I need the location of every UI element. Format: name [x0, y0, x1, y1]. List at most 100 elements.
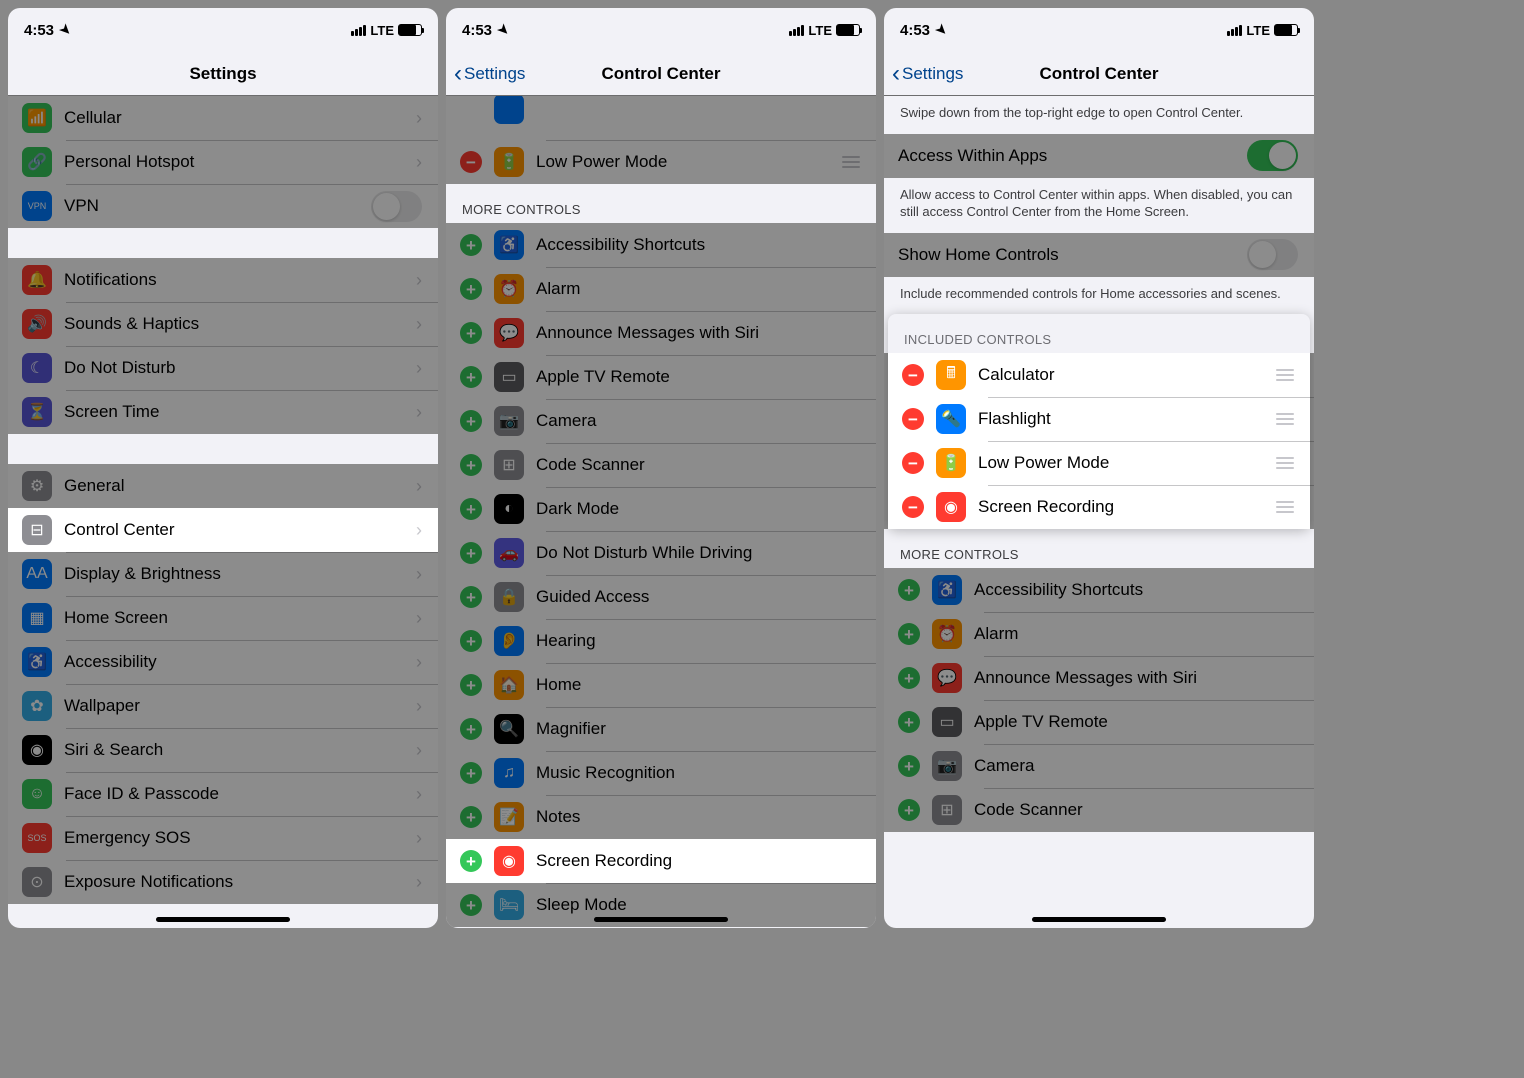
row-apple-tv-remote[interactable]: +▭Apple TV Remote	[884, 700, 1314, 744]
row-low-power-mode[interactable]: −🔋Low Power Mode	[888, 441, 1310, 485]
carrier-label: LTE	[370, 23, 394, 38]
row-general[interactable]: ⚙General›	[8, 464, 438, 508]
drag-handle[interactable]	[1276, 413, 1294, 425]
toggle[interactable]	[1247, 239, 1298, 270]
signal-icon	[789, 25, 804, 36]
row-label: Do Not Disturb	[64, 358, 416, 378]
row-alarm[interactable]: +⏰Alarm	[884, 612, 1314, 656]
add-button[interactable]: +	[460, 850, 482, 872]
row-home[interactable]: +🏠Home	[446, 663, 876, 707]
add-button[interactable]: +	[460, 762, 482, 784]
remove-button[interactable]: −	[902, 408, 924, 430]
add-button[interactable]: +	[898, 711, 920, 733]
row-dark-mode[interactable]: +◐Dark Mode	[446, 487, 876, 531]
row-exposure-notifications[interactable]: ⊙Exposure Notifications›	[8, 860, 438, 904]
row-flashlight[interactable]: −🔦Flashlight	[888, 397, 1310, 441]
add-button[interactable]: +	[460, 674, 482, 696]
row-access-within-apps[interactable]: Access Within Apps	[884, 134, 1314, 178]
add-button[interactable]: +	[460, 366, 482, 388]
row-notifications[interactable]: 🔔Notifications›	[8, 258, 438, 302]
add-button[interactable]: +	[460, 410, 482, 432]
add-button[interactable]: +	[460, 586, 482, 608]
app-icon: ♿	[22, 647, 52, 677]
home-indicator[interactable]	[594, 917, 728, 922]
back-button[interactable]: ‹Settings	[446, 62, 525, 86]
drag-handle[interactable]	[1276, 369, 1294, 381]
row-label: Sounds & Haptics	[64, 314, 416, 334]
add-button[interactable]: +	[898, 799, 920, 821]
row-calculator[interactable]: −🖩Calculator	[888, 353, 1310, 397]
add-button[interactable]: +	[460, 806, 482, 828]
add-button[interactable]: +	[898, 755, 920, 777]
drag-handle[interactable]	[1276, 457, 1294, 469]
row-hearing[interactable]: +👂Hearing	[446, 619, 876, 663]
row-screen-recording[interactable]: −◉Screen Recording	[888, 485, 1310, 529]
row-vpn[interactable]: VPNVPN	[8, 184, 438, 228]
home-indicator[interactable]	[1032, 917, 1166, 922]
add-button[interactable]: +	[460, 498, 482, 520]
add-button[interactable]: +	[460, 630, 482, 652]
add-button[interactable]: +	[460, 454, 482, 476]
row-announce-messages-with-siri[interactable]: +💬Announce Messages with Siri	[446, 311, 876, 355]
row-screen-recording[interactable]: +◉Screen Recording	[446, 839, 876, 883]
row-show-home-controls[interactable]: Show Home Controls	[884, 233, 1314, 277]
row-camera[interactable]: +📷Camera	[884, 744, 1314, 788]
row-label: Sleep Mode	[536, 895, 860, 915]
location-icon: ➤	[56, 20, 75, 39]
row-low-power-mode[interactable]: −🔋Low Power Mode	[446, 140, 876, 184]
home-indicator[interactable]	[156, 917, 290, 922]
row-control-center[interactable]: ⊟Control Center›	[8, 508, 438, 552]
row-code-scanner[interactable]: +⊞Code Scanner	[884, 788, 1314, 832]
add-button[interactable]: +	[460, 322, 482, 344]
app-icon: ♿	[494, 230, 524, 260]
row-sounds-haptics[interactable]: 🔊Sounds & Haptics›	[8, 302, 438, 346]
remove-button[interactable]: −	[902, 364, 924, 386]
row-face-id-passcode[interactable]: ☺Face ID & Passcode›	[8, 772, 438, 816]
row-screen-time[interactable]: ⏳Screen Time›	[8, 390, 438, 434]
remove-button[interactable]: −	[902, 452, 924, 474]
app-icon: ◐	[494, 494, 524, 524]
remove-button[interactable]: −	[902, 496, 924, 518]
add-button[interactable]: +	[898, 579, 920, 601]
row-alarm[interactable]: +⏰Alarm	[446, 267, 876, 311]
chevron-right-icon: ›	[416, 608, 422, 629]
row-camera[interactable]: +📷Camera	[446, 399, 876, 443]
row-home-screen[interactable]: ▦Home Screen›	[8, 596, 438, 640]
row-accessibility[interactable]: ♿Accessibility›	[8, 640, 438, 684]
row-apple-tv-remote[interactable]: +▭Apple TV Remote	[446, 355, 876, 399]
remove-button[interactable]: −	[460, 151, 482, 173]
add-button[interactable]: +	[898, 667, 920, 689]
row-code-scanner[interactable]: +⊞Code Scanner	[446, 443, 876, 487]
toggle[interactable]	[1247, 140, 1298, 171]
row-do-not-disturb[interactable]: ☾Do Not Disturb›	[8, 346, 438, 390]
drag-handle[interactable]	[842, 156, 860, 168]
row-guided-access[interactable]: +🔒Guided Access	[446, 575, 876, 619]
row-label: Exposure Notifications	[64, 872, 416, 892]
app-icon: ⏳	[22, 397, 52, 427]
row-accessibility-shortcuts[interactable]: +♿Accessibility Shortcuts	[446, 223, 876, 267]
row-do-not-disturb-while-driving[interactable]: +🚗Do Not Disturb While Driving	[446, 531, 876, 575]
row-magnifier[interactable]: +🔍Magnifier	[446, 707, 876, 751]
status-bar: 4:53➤ LTE	[884, 8, 1314, 52]
row-accessibility-shortcuts[interactable]: +♿Accessibility Shortcuts	[884, 568, 1314, 612]
drag-handle[interactable]	[1276, 501, 1294, 513]
row-announce-messages-with-siri[interactable]: +💬Announce Messages with Siri	[884, 656, 1314, 700]
app-icon: 📷	[932, 751, 962, 781]
add-button[interactable]: +	[460, 894, 482, 916]
add-button[interactable]: +	[898, 623, 920, 645]
row-music-recognition[interactable]: +♫Music Recognition	[446, 751, 876, 795]
row-display-brightness[interactable]: AADisplay & Brightness›	[8, 552, 438, 596]
add-button[interactable]: +	[460, 278, 482, 300]
row-cellular[interactable]: 📶Cellular›	[8, 96, 438, 140]
row-notes[interactable]: +📝Notes	[446, 795, 876, 839]
add-button[interactable]: +	[460, 234, 482, 256]
row-siri-search[interactable]: ◉Siri & Search›	[8, 728, 438, 772]
row-emergency-sos[interactable]: SOSEmergency SOS›	[8, 816, 438, 860]
add-button[interactable]: +	[460, 718, 482, 740]
row-wallpaper[interactable]: ✿Wallpaper›	[8, 684, 438, 728]
toggle[interactable]	[371, 191, 422, 222]
app-icon: 💬	[494, 318, 524, 348]
add-button[interactable]: +	[460, 542, 482, 564]
back-button[interactable]: ‹Settings	[884, 62, 963, 86]
row-personal-hotspot[interactable]: 🔗Personal Hotspot›	[8, 140, 438, 184]
